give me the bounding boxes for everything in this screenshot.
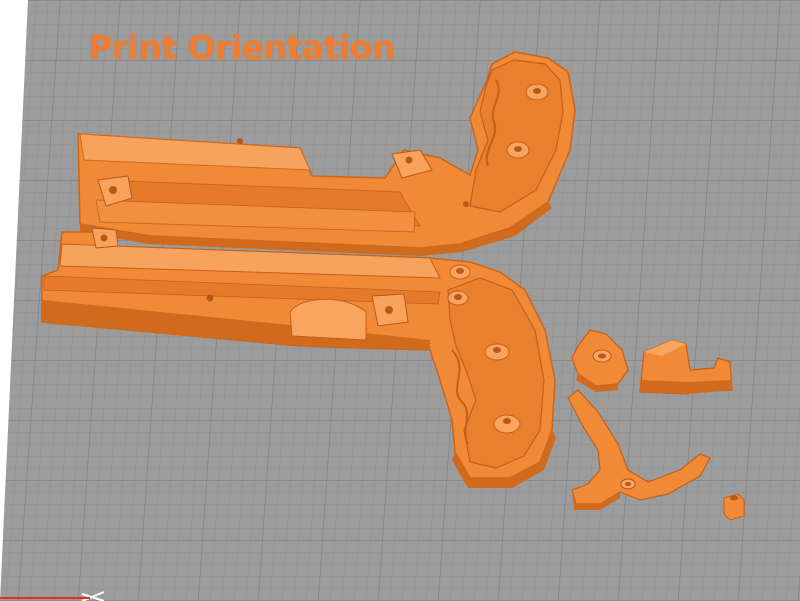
small-pin-part[interactable] bbox=[723, 493, 745, 521]
3d-viewport[interactable]: Print Orientation bbox=[0, 0, 800, 601]
page-title: Print Orientation bbox=[88, 28, 395, 67]
print-bed-scene[interactable] bbox=[0, 0, 800, 601]
